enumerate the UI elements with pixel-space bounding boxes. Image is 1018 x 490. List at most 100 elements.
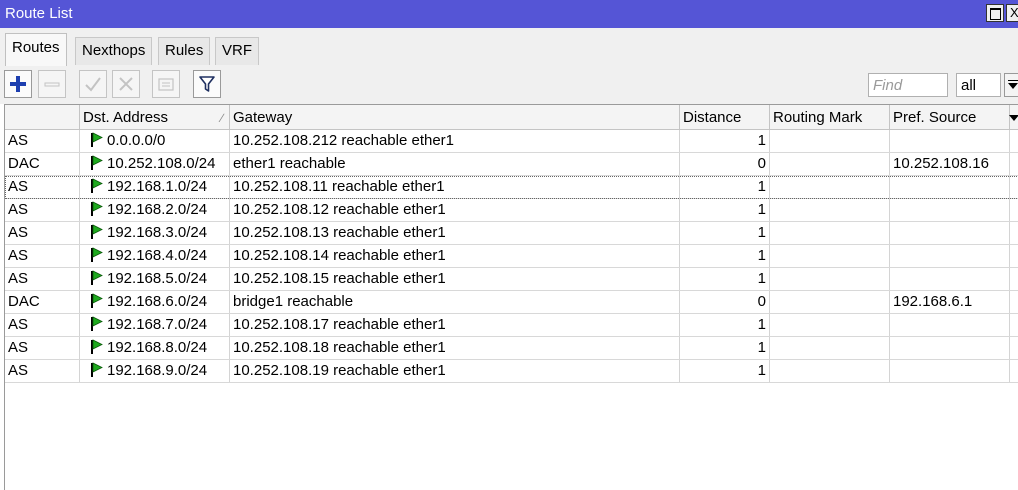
dst-address-text: 192.168.3.0/24 [107,224,208,241]
disable-button[interactable] [112,70,140,98]
dst-address-text: 192.168.6.0/24 [107,293,208,310]
cell-gateway: 10.252.108.11 reachable ether1 [230,176,680,198]
cell-distance: 1 [680,360,770,382]
route-table: Dst. Address ∕ Gateway Distance Routing … [4,104,1018,490]
remove-button[interactable] [38,70,66,98]
cell-pref-source [890,268,1010,290]
sort-indicator-icon: ∕ [220,111,223,125]
cell-dst-address: 192.168.2.0/24 [80,199,230,221]
table-row[interactable]: AS 192.168.1.0/24 10.252.108.11 reachable … [5,176,1018,199]
tab-rules[interactable]: Rules [158,37,211,65]
cell-distance: 1 [680,199,770,221]
table-row[interactable]: AS 192.168.8.0/24 10.252.108.18 reachable … [5,337,1018,360]
filter-button[interactable] [193,70,221,98]
title-bar: Route List X [0,0,1018,28]
tab-vrf[interactable]: VRF [215,37,259,65]
cell-flags: AS [5,268,80,290]
cell-routing-mark [770,337,890,359]
comment-button[interactable] [152,70,180,98]
dst-address-text: 192.168.9.0/24 [107,362,208,379]
route-flag-icon [91,224,103,239]
enable-button[interactable] [79,70,107,98]
table-row[interactable]: DAC 192.168.6.0/24 bridge1 reachable 0 192.1… [5,291,1018,314]
route-flag-icon [91,178,103,193]
table-row[interactable]: AS 192.168.9.0/24 10.252.108.19 reachable … [5,360,1018,383]
tab-routes[interactable]: Routes [5,33,67,66]
cell-routing-mark [770,176,890,198]
route-flag-icon [91,201,103,216]
check-icon [85,77,101,92]
cell-flags: AS [5,314,80,336]
table-row[interactable]: AS 192.168.2.0/24 10.252.108.12 reachable … [5,199,1018,222]
cell-flags: AS [5,360,80,382]
column-routing-mark[interactable]: Routing Mark [770,105,890,130]
cell-distance: 1 [680,130,770,152]
cell-flags: AS [5,245,80,267]
route-flag-icon [91,247,103,262]
table-row[interactable]: AS 192.168.4.0/24 10.252.108.14 reachable … [5,245,1018,268]
cell-dst-address: 192.168.5.0/24 [80,268,230,290]
find-input[interactable] [868,73,948,97]
table-row[interactable]: AS 192.168.3.0/24 10.252.108.13 reachable … [5,222,1018,245]
cell-gateway: 10.252.108.17 reachable ether1 [230,314,680,336]
column-distance[interactable]: Distance [680,105,770,130]
cell-distance: 1 [680,176,770,198]
column-flags[interactable] [5,105,80,130]
cell-gateway: 10.252.108.212 reachable ether1 [230,130,680,152]
cell-routing-mark [770,291,890,313]
cell-distance: 0 [680,291,770,313]
cell-gateway: 10.252.108.12 reachable ether1 [230,199,680,221]
maximize-icon[interactable] [986,4,1004,22]
cell-routing-mark [770,130,890,152]
tab-bar [0,28,1018,66]
cell-routing-mark [770,360,890,382]
column-dst-address[interactable]: Dst. Address ∕ [80,105,230,130]
cell-routing-mark [770,314,890,336]
scope-select[interactable]: all [956,73,1001,97]
x-icon [119,77,133,91]
cell-distance: 1 [680,268,770,290]
cell-gateway: 10.252.108.15 reachable ether1 [230,268,680,290]
cell-dst-address: 10.252.108.0/24 [80,153,230,175]
plus-icon [10,76,26,92]
comment-icon [158,78,174,91]
cell-pref-source [890,314,1010,336]
cell-pref-source [890,199,1010,221]
cell-routing-mark [770,268,890,290]
cell-distance: 1 [680,314,770,336]
close-button[interactable]: X [1006,4,1018,22]
funnel-icon [199,76,215,92]
cell-flags: AS [5,222,80,244]
column-menu-icon[interactable] [1007,105,1018,130]
cell-pref-source [890,222,1010,244]
cell-gateway: ether1 reachable [230,153,680,175]
cell-routing-mark [770,245,890,267]
cell-gateway: 10.252.108.18 reachable ether1 [230,337,680,359]
dst-address-text: 192.168.7.0/24 [107,316,208,333]
cell-dst-address: 192.168.9.0/24 [80,360,230,382]
table-row[interactable]: AS 0.0.0.0/0 10.252.108.212 reachable ethe… [5,130,1018,153]
route-flag-icon [91,270,103,285]
table-row[interactable]: DAC 10.252.108.0/24 ether1 reachable 0 10.25… [5,153,1018,176]
minus-icon [44,82,60,87]
route-flag-icon [91,155,103,170]
scope-dropdown-icon[interactable] [1004,73,1018,97]
cell-flags: DAC [5,291,80,313]
route-flag-icon [91,316,103,331]
table-row[interactable]: AS 192.168.7.0/24 10.252.108.17 reachable … [5,314,1018,337]
column-dst-address-label: Dst. Address [83,109,169,126]
cell-dst-address: 192.168.7.0/24 [80,314,230,336]
column-gateway[interactable]: Gateway [230,105,680,130]
window-title: Route List [5,5,73,22]
add-button[interactable] [4,70,32,98]
cell-pref-source [890,176,1010,198]
cell-flags: AS [5,176,80,198]
route-flag-icon [91,132,103,147]
cell-pref-source: 10.252.108.16 [890,153,1010,175]
tab-nexthops[interactable]: Nexthops [75,37,153,65]
dst-address-text: 192.168.2.0/24 [107,201,208,218]
table-row[interactable]: AS 192.168.5.0/24 10.252.108.15 reachable … [5,268,1018,291]
column-pref-source[interactable]: Pref. Source [890,105,1010,130]
cell-routing-mark [770,199,890,221]
cell-pref-source [890,245,1010,267]
